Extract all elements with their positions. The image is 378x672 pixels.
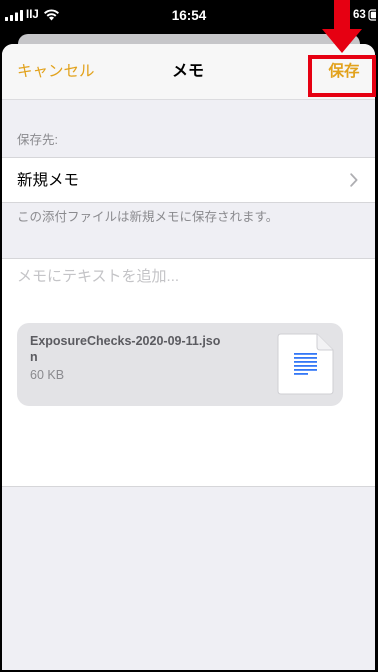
note-body: ExposureChecks-2020-09-11.jso n 60 KB [2, 258, 375, 487]
status-time: 16:54 [171, 8, 207, 23]
wifi-icon [44, 9, 59, 21]
status-bar: IIJ 16:54 63 [0, 0, 378, 32]
destination-value: 新規メモ [17, 172, 80, 189]
destination-footer-note: この添付ファイルは新規メモに保存されます。 [17, 210, 279, 224]
sheet-navigation-bar: キャンセル メモ 保存 [2, 44, 375, 100]
attachment-filename-line: ExposureChecks-2020-09-11.jso [30, 334, 221, 348]
battery-icon [368, 9, 376, 21]
note-text-input[interactable] [17, 266, 357, 288]
cellular-signal-icon [5, 10, 23, 21]
carrier-name: IIJ [26, 9, 39, 21]
destination-row[interactable]: 新規メモ [2, 157, 375, 203]
sheet-title: メモ [171, 63, 204, 80]
attachment-file-size: 60 KB [30, 368, 65, 382]
battery-percentage: 63 [353, 9, 366, 21]
attachment-filename-line: n [30, 350, 38, 364]
save-button[interactable]: 保存 [320, 44, 368, 100]
chevron-right-icon [350, 173, 358, 187]
share-to-notes-screen: IIJ 16:54 63 キャンセル メモ 保存 保存先: 新規メモ この添付フ… [0, 0, 378, 672]
attachment-card[interactable]: ExposureChecks-2020-09-11.jso n 60 KB [17, 323, 343, 406]
notes-share-sheet: キャンセル メモ 保存 保存先: 新規メモ この添付ファイルは新規メモに保存され… [2, 44, 375, 670]
cancel-button[interactable]: キャンセル [17, 44, 95, 100]
document-icon [277, 333, 334, 395]
destination-section-header: 保存先: [17, 133, 58, 147]
